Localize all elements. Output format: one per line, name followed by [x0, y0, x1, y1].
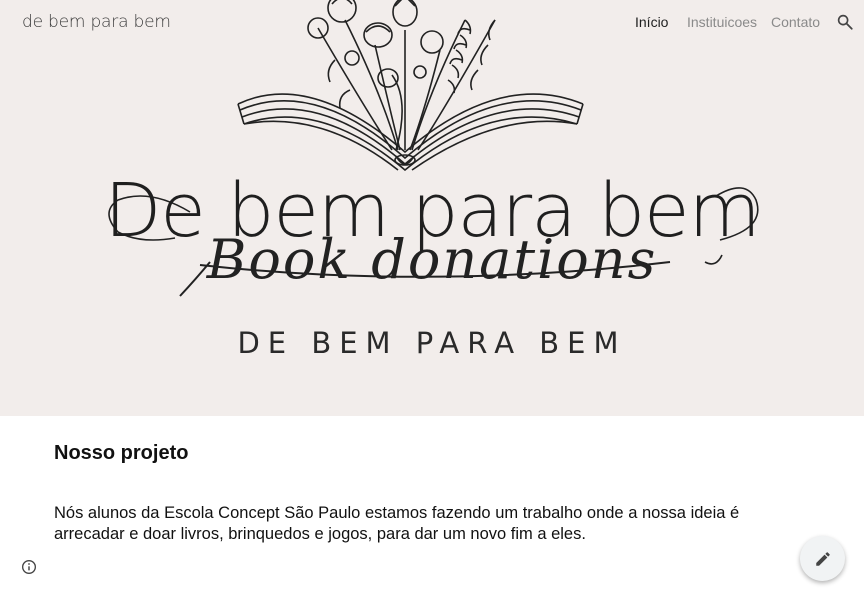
hero-banner: Book donations De bem para bem DE BEM PA…: [0, 0, 864, 416]
project-description: Nós alunos da Escola Concept São Paulo e…: [54, 504, 740, 543]
top-navigation-bar: de bem para bem Início Instituicoes Cont…: [0, 0, 864, 44]
nav-item-inicio[interactable]: Início: [635, 14, 668, 30]
nav-item-instituicoes[interactable]: Instituicoes: [687, 14, 757, 30]
hero-caps-text: DE BEM PARA BEM: [237, 326, 627, 360]
site-title-link[interactable]: de bem para bem: [22, 12, 171, 32]
pencil-icon: [815, 551, 830, 566]
section-heading: Nosso projeto: [54, 442, 189, 464]
nav-item-contato[interactable]: Contato: [771, 14, 820, 30]
hero-title: De bem para bem: [104, 168, 760, 254]
search-icon[interactable]: [836, 13, 854, 31]
info-icon[interactable]: [21, 559, 37, 575]
edit-button[interactable]: [800, 536, 845, 581]
